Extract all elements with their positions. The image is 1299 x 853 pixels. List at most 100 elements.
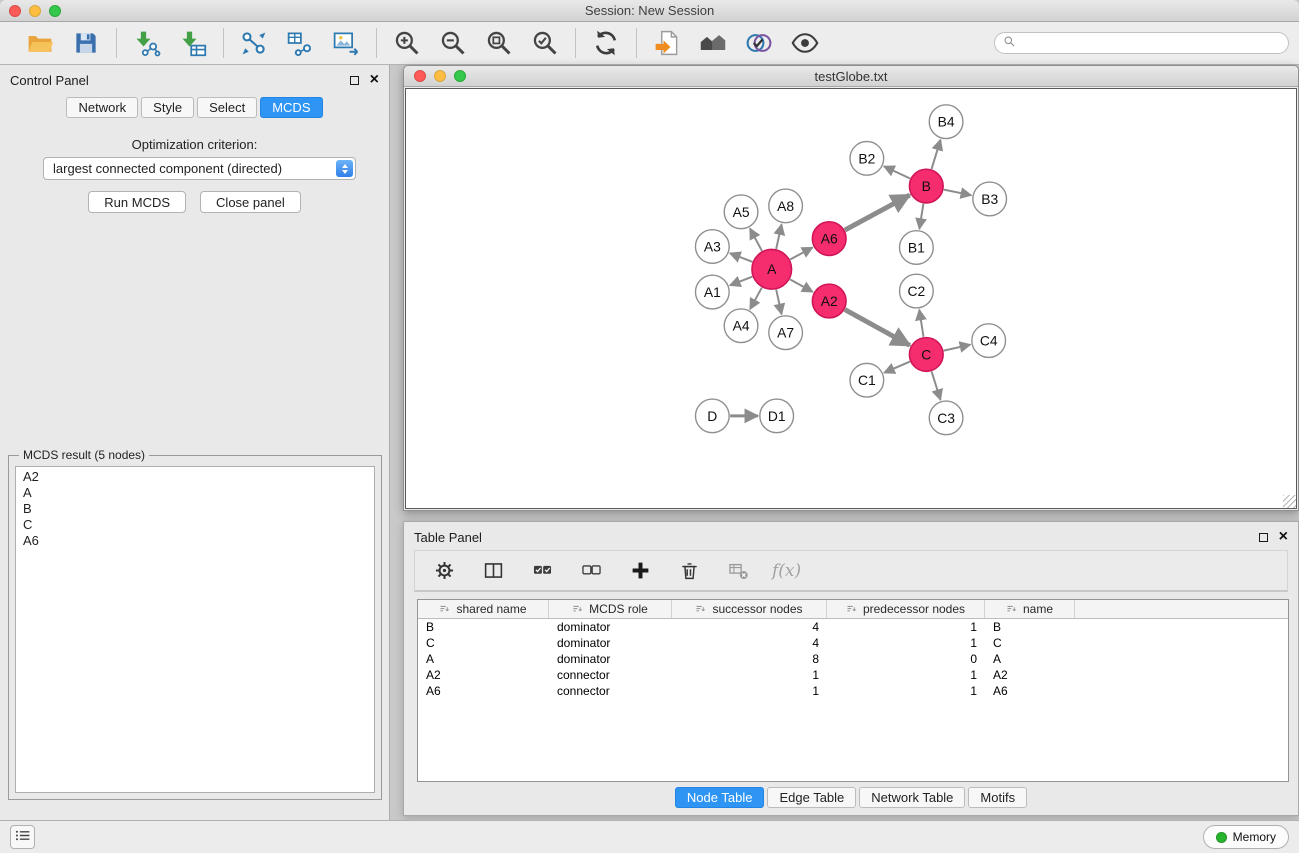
network-node-A2[interactable]: A2 [812, 284, 846, 318]
tab-motifs[interactable]: Motifs [968, 787, 1027, 808]
zoom-in-icon[interactable] [392, 28, 422, 58]
mcds-result-item[interactable]: A2 [23, 469, 367, 485]
tab-node-table[interactable]: Node Table [675, 787, 765, 808]
zoom-fit-icon[interactable] [484, 28, 514, 58]
table-row[interactable]: A2connector11A2 [418, 667, 1288, 683]
network-edge-A-A8[interactable] [776, 224, 781, 249]
column-header-MCDS-role[interactable]: MCDS role [549, 600, 672, 618]
network-node-C3[interactable]: C3 [929, 401, 963, 435]
network-node-C1[interactable]: C1 [850, 363, 884, 397]
network-node-B3[interactable]: B3 [973, 182, 1007, 216]
table-view-icon[interactable] [723, 556, 753, 586]
mcds-result-item[interactable]: B [23, 501, 367, 517]
network-edge-C-C4[interactable] [944, 345, 971, 351]
network-node-B4[interactable]: B4 [929, 105, 963, 139]
network-node-A8[interactable]: A8 [769, 189, 803, 223]
tab-network-table[interactable]: Network Table [859, 787, 965, 808]
column-header-name[interactable]: name [985, 600, 1075, 618]
network-node-A6[interactable]: A6 [812, 222, 846, 256]
float-table-panel-icon[interactable] [1259, 533, 1268, 542]
zoom-out-icon[interactable] [438, 28, 468, 58]
column-header-successor-nodes[interactable]: successor nodes [672, 600, 827, 618]
function-builder-icon[interactable]: f(x) [772, 561, 801, 581]
tab-network[interactable]: Network [66, 97, 138, 118]
network-edge-C-C3[interactable] [932, 371, 941, 399]
network-edge-B-B3[interactable] [944, 190, 971, 196]
network-node-C4[interactable]: C4 [972, 324, 1006, 358]
column-header-predecessor-nodes[interactable]: predecessor nodes [827, 600, 985, 618]
delete-column-icon[interactable] [674, 556, 704, 586]
network-node-C2[interactable]: C2 [900, 274, 934, 308]
network-edge-B-B4[interactable] [932, 140, 941, 169]
home-icon[interactable] [698, 28, 728, 58]
export-image-icon[interactable] [331, 28, 361, 58]
network-node-A4[interactable]: A4 [724, 309, 758, 343]
eye-icon[interactable] [790, 28, 820, 58]
resize-grip[interactable] [1283, 495, 1296, 508]
network-edge-A-A2[interactable] [790, 279, 813, 292]
import-network-icon[interactable] [132, 28, 162, 58]
open-folder-icon[interactable] [25, 28, 55, 58]
zoom-window-button[interactable] [49, 5, 61, 17]
network-node-A7[interactable]: A7 [769, 316, 803, 350]
network-edit-icon[interactable] [239, 28, 269, 58]
tab-edge-table[interactable]: Edge Table [767, 787, 856, 808]
mcds-result-item[interactable]: C [23, 517, 367, 533]
search-field[interactable] [994, 32, 1289, 54]
tab-select[interactable]: Select [197, 97, 257, 118]
network-minimize-button[interactable] [434, 70, 446, 82]
memory-button[interactable]: Memory [1203, 825, 1289, 849]
network-node-A[interactable]: A [752, 249, 792, 289]
tab-style[interactable]: Style [141, 97, 194, 118]
network-edge-A6-B[interactable] [845, 195, 910, 230]
network-node-B1[interactable]: B1 [900, 231, 934, 265]
network-edge-A-A4[interactable] [750, 288, 762, 310]
optimization-criterion-dropdown[interactable]: largest connected component (directed) [43, 157, 356, 180]
network-edge-A2-C[interactable] [845, 310, 910, 346]
network-edge-B-B1[interactable] [919, 204, 923, 229]
column-header-shared-name[interactable]: shared name [418, 600, 549, 618]
network-edge-A-A3[interactable] [730, 253, 752, 262]
style-check-icon[interactable] [744, 28, 774, 58]
mcds-result-list[interactable]: A2ABCA6 [15, 466, 375, 793]
gear-icon[interactable] [429, 556, 459, 586]
add-column-icon[interactable] [625, 556, 655, 586]
network-edge-C-C2[interactable] [919, 310, 923, 337]
close-table-panel-icon[interactable]: × [1279, 532, 1288, 542]
mcds-result-item[interactable]: A6 [23, 533, 367, 549]
refresh-icon[interactable] [591, 28, 621, 58]
mcds-result-item[interactable]: A [23, 485, 367, 501]
close-window-button[interactable] [9, 5, 21, 17]
network-edge-A-A1[interactable] [730, 277, 752, 286]
network-node-C[interactable]: C [909, 338, 943, 372]
network-edge-A-A5[interactable] [750, 228, 762, 251]
network-edge-A-A7[interactable] [776, 290, 781, 315]
table-row[interactable]: Bdominator41B [418, 619, 1288, 635]
network-node-A5[interactable]: A5 [724, 195, 758, 229]
network-canvas[interactable]: B4B2BB3A5A8A6A3B1AC2A1A2A4A7C4CC1C3DD1 [405, 88, 1297, 509]
network-node-D1[interactable]: D1 [760, 399, 794, 433]
split-columns-icon[interactable] [478, 556, 508, 586]
network-close-button[interactable] [414, 70, 426, 82]
minimize-window-button[interactable] [29, 5, 41, 17]
network-node-D[interactable]: D [695, 399, 729, 433]
network-node-B2[interactable]: B2 [850, 141, 884, 175]
close-panel-button[interactable]: Close panel [200, 191, 301, 213]
zoom-selected-icon[interactable] [530, 28, 560, 58]
deselect-all-icon[interactable] [576, 556, 606, 586]
network-edge-B-B2[interactable] [884, 166, 910, 178]
table-row[interactable]: Adominator80A [418, 651, 1288, 667]
network-zoom-button[interactable] [454, 70, 466, 82]
network-node-B[interactable]: B [909, 169, 943, 203]
network-table-icon[interactable] [285, 28, 315, 58]
show-panels-button[interactable] [10, 825, 35, 849]
network-node-A1[interactable]: A1 [695, 275, 729, 309]
table-row[interactable]: A6connector11A6 [418, 683, 1288, 699]
save-icon[interactable] [71, 28, 101, 58]
close-panel-icon[interactable]: × [370, 75, 379, 85]
tab-mcds[interactable]: MCDS [260, 97, 322, 118]
report-icon[interactable] [652, 28, 682, 58]
table-row[interactable]: Cdominator41C [418, 635, 1288, 651]
search-input[interactable] [1021, 36, 1280, 50]
network-edge-A-A6[interactable] [790, 247, 813, 259]
